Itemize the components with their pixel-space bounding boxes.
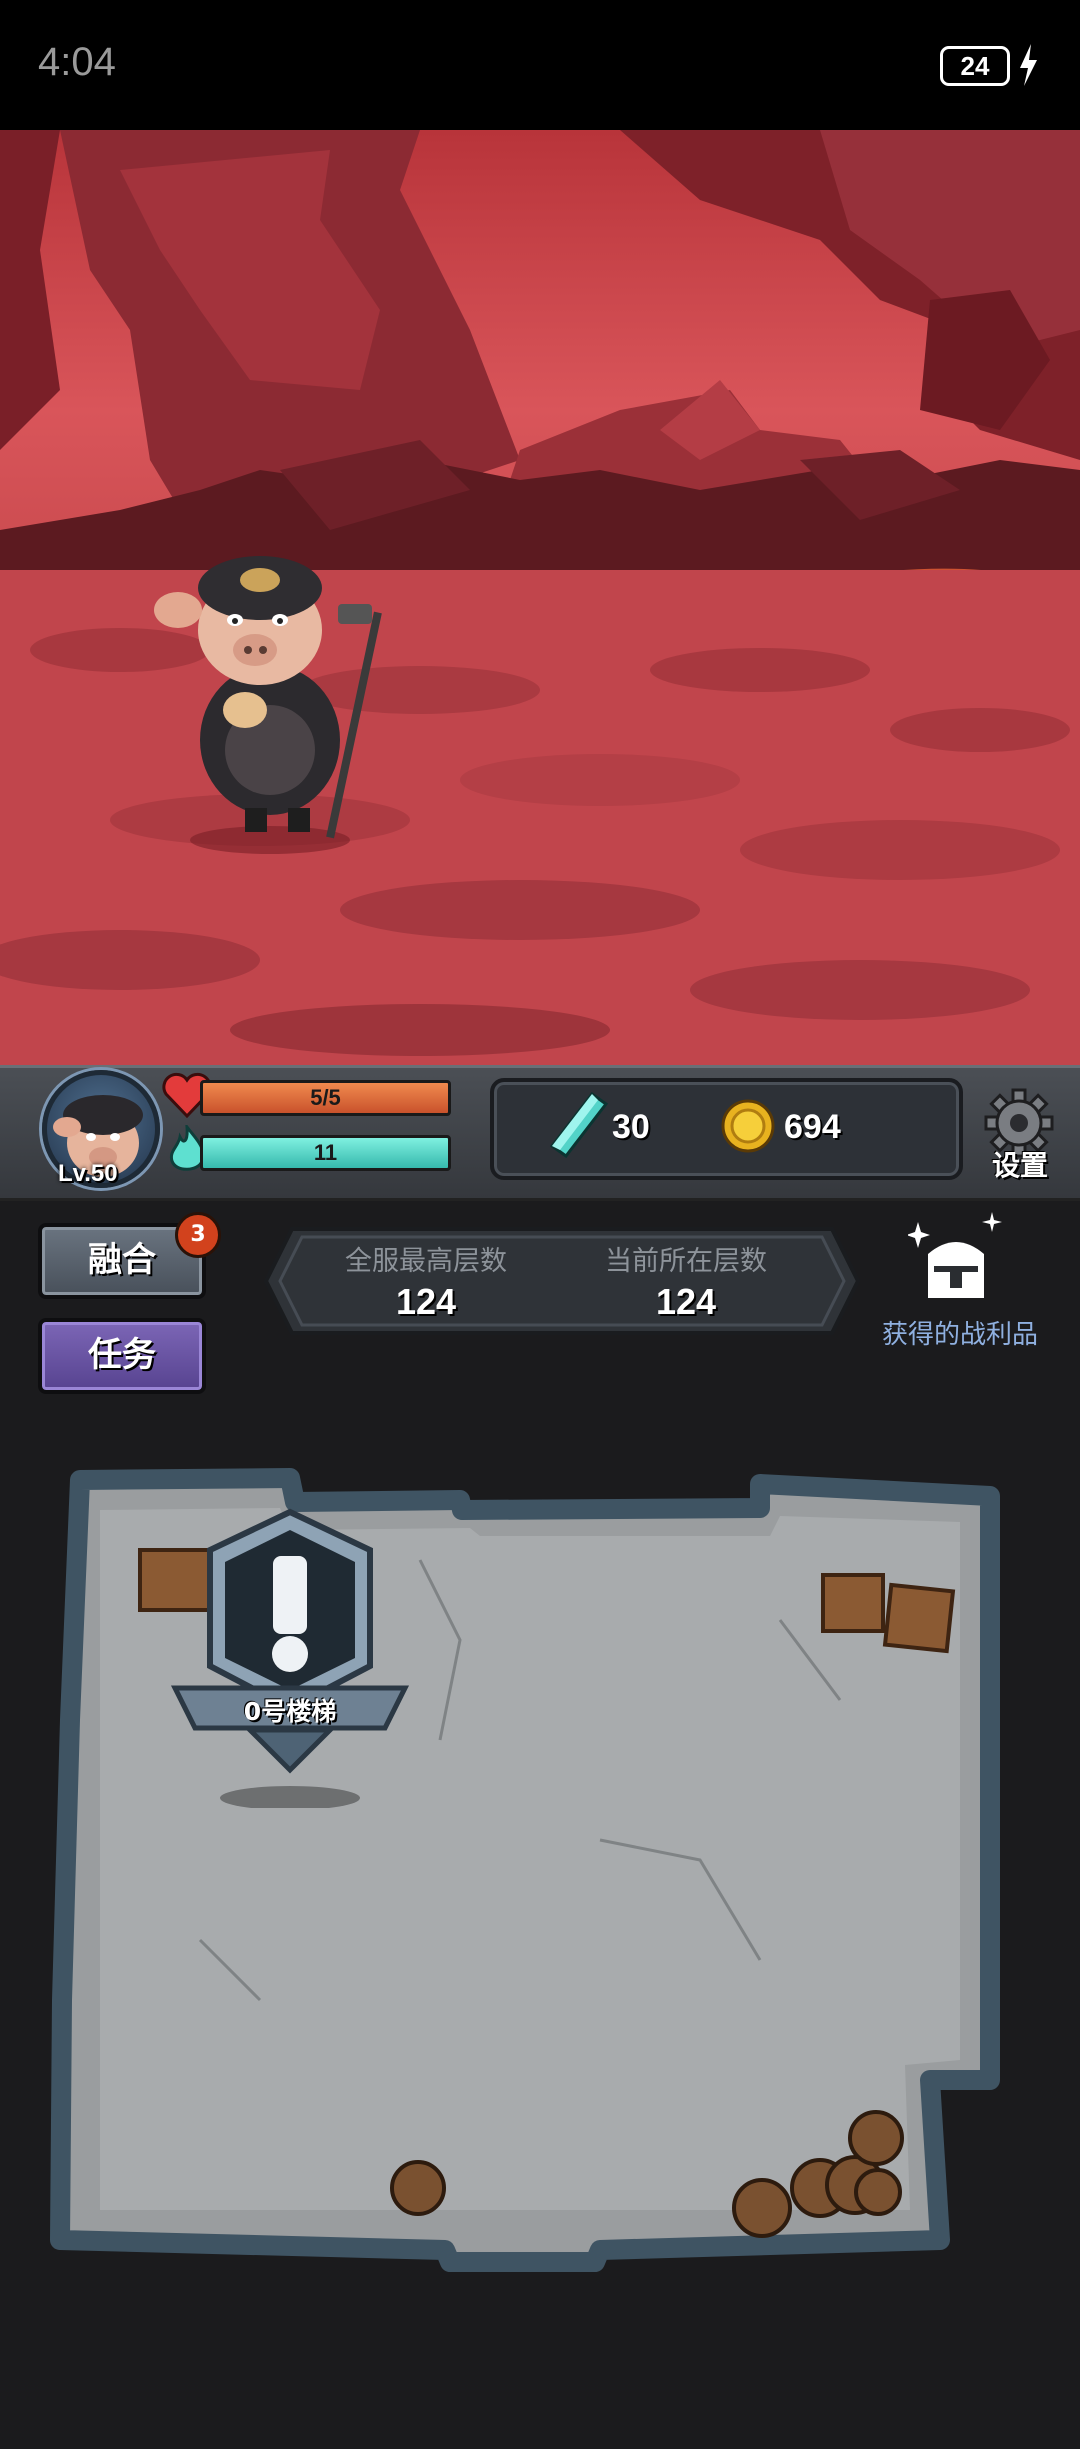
settings-button[interactable]: 设置 xyxy=(975,1088,1065,1184)
server-best-floor-value: 124 xyxy=(395,1281,457,1322)
current-floor-value: 124 xyxy=(655,1281,717,1322)
battery-icon: 24 xyxy=(940,46,1010,86)
exclamation-icon xyxy=(170,1508,410,1810)
status-bar: 4:04 24 xyxy=(0,0,1080,130)
stair-label: 0号楼梯 xyxy=(243,1697,337,1726)
crystal-gem-icon xyxy=(549,1092,609,1158)
server-best-floor-label: 全服最高层数 xyxy=(345,1246,507,1277)
mana-bar: 11 xyxy=(200,1135,451,1171)
settings-label: 设置 xyxy=(991,1149,1048,1182)
coin-count: 694 xyxy=(784,1108,841,1146)
loot-label: 获得的战利品 xyxy=(881,1320,1038,1350)
treasure-chest-icon xyxy=(908,1212,1002,1298)
quest-button[interactable]: 任务 xyxy=(38,1318,206,1394)
gem-count: 30 xyxy=(612,1108,650,1146)
pig-hero-character[interactable] xyxy=(150,540,410,860)
hp-bar: 5/5 xyxy=(200,1080,451,1116)
charging-bolt-icon xyxy=(1020,44,1037,86)
loot-button[interactable]: 获得的战利品 xyxy=(870,1210,1050,1350)
floor-info-panel: 全服最高层数 124 当前所在层数 124 xyxy=(262,1225,862,1337)
fuse-notification-badge: 3 xyxy=(175,1212,221,1258)
dungeon-map[interactable] xyxy=(0,1440,1080,2300)
status-time: 4:04 xyxy=(38,40,116,84)
battle-scene[interactable] xyxy=(0,130,1080,1065)
stair-marker[interactable]: 0号楼梯 xyxy=(165,1508,415,1810)
current-floor-label: 当前所在层数 xyxy=(605,1246,767,1277)
dungeon-room xyxy=(50,1468,1000,2272)
player-level: Lv.50 xyxy=(58,1160,118,1187)
gold-coin-icon xyxy=(721,1099,775,1153)
